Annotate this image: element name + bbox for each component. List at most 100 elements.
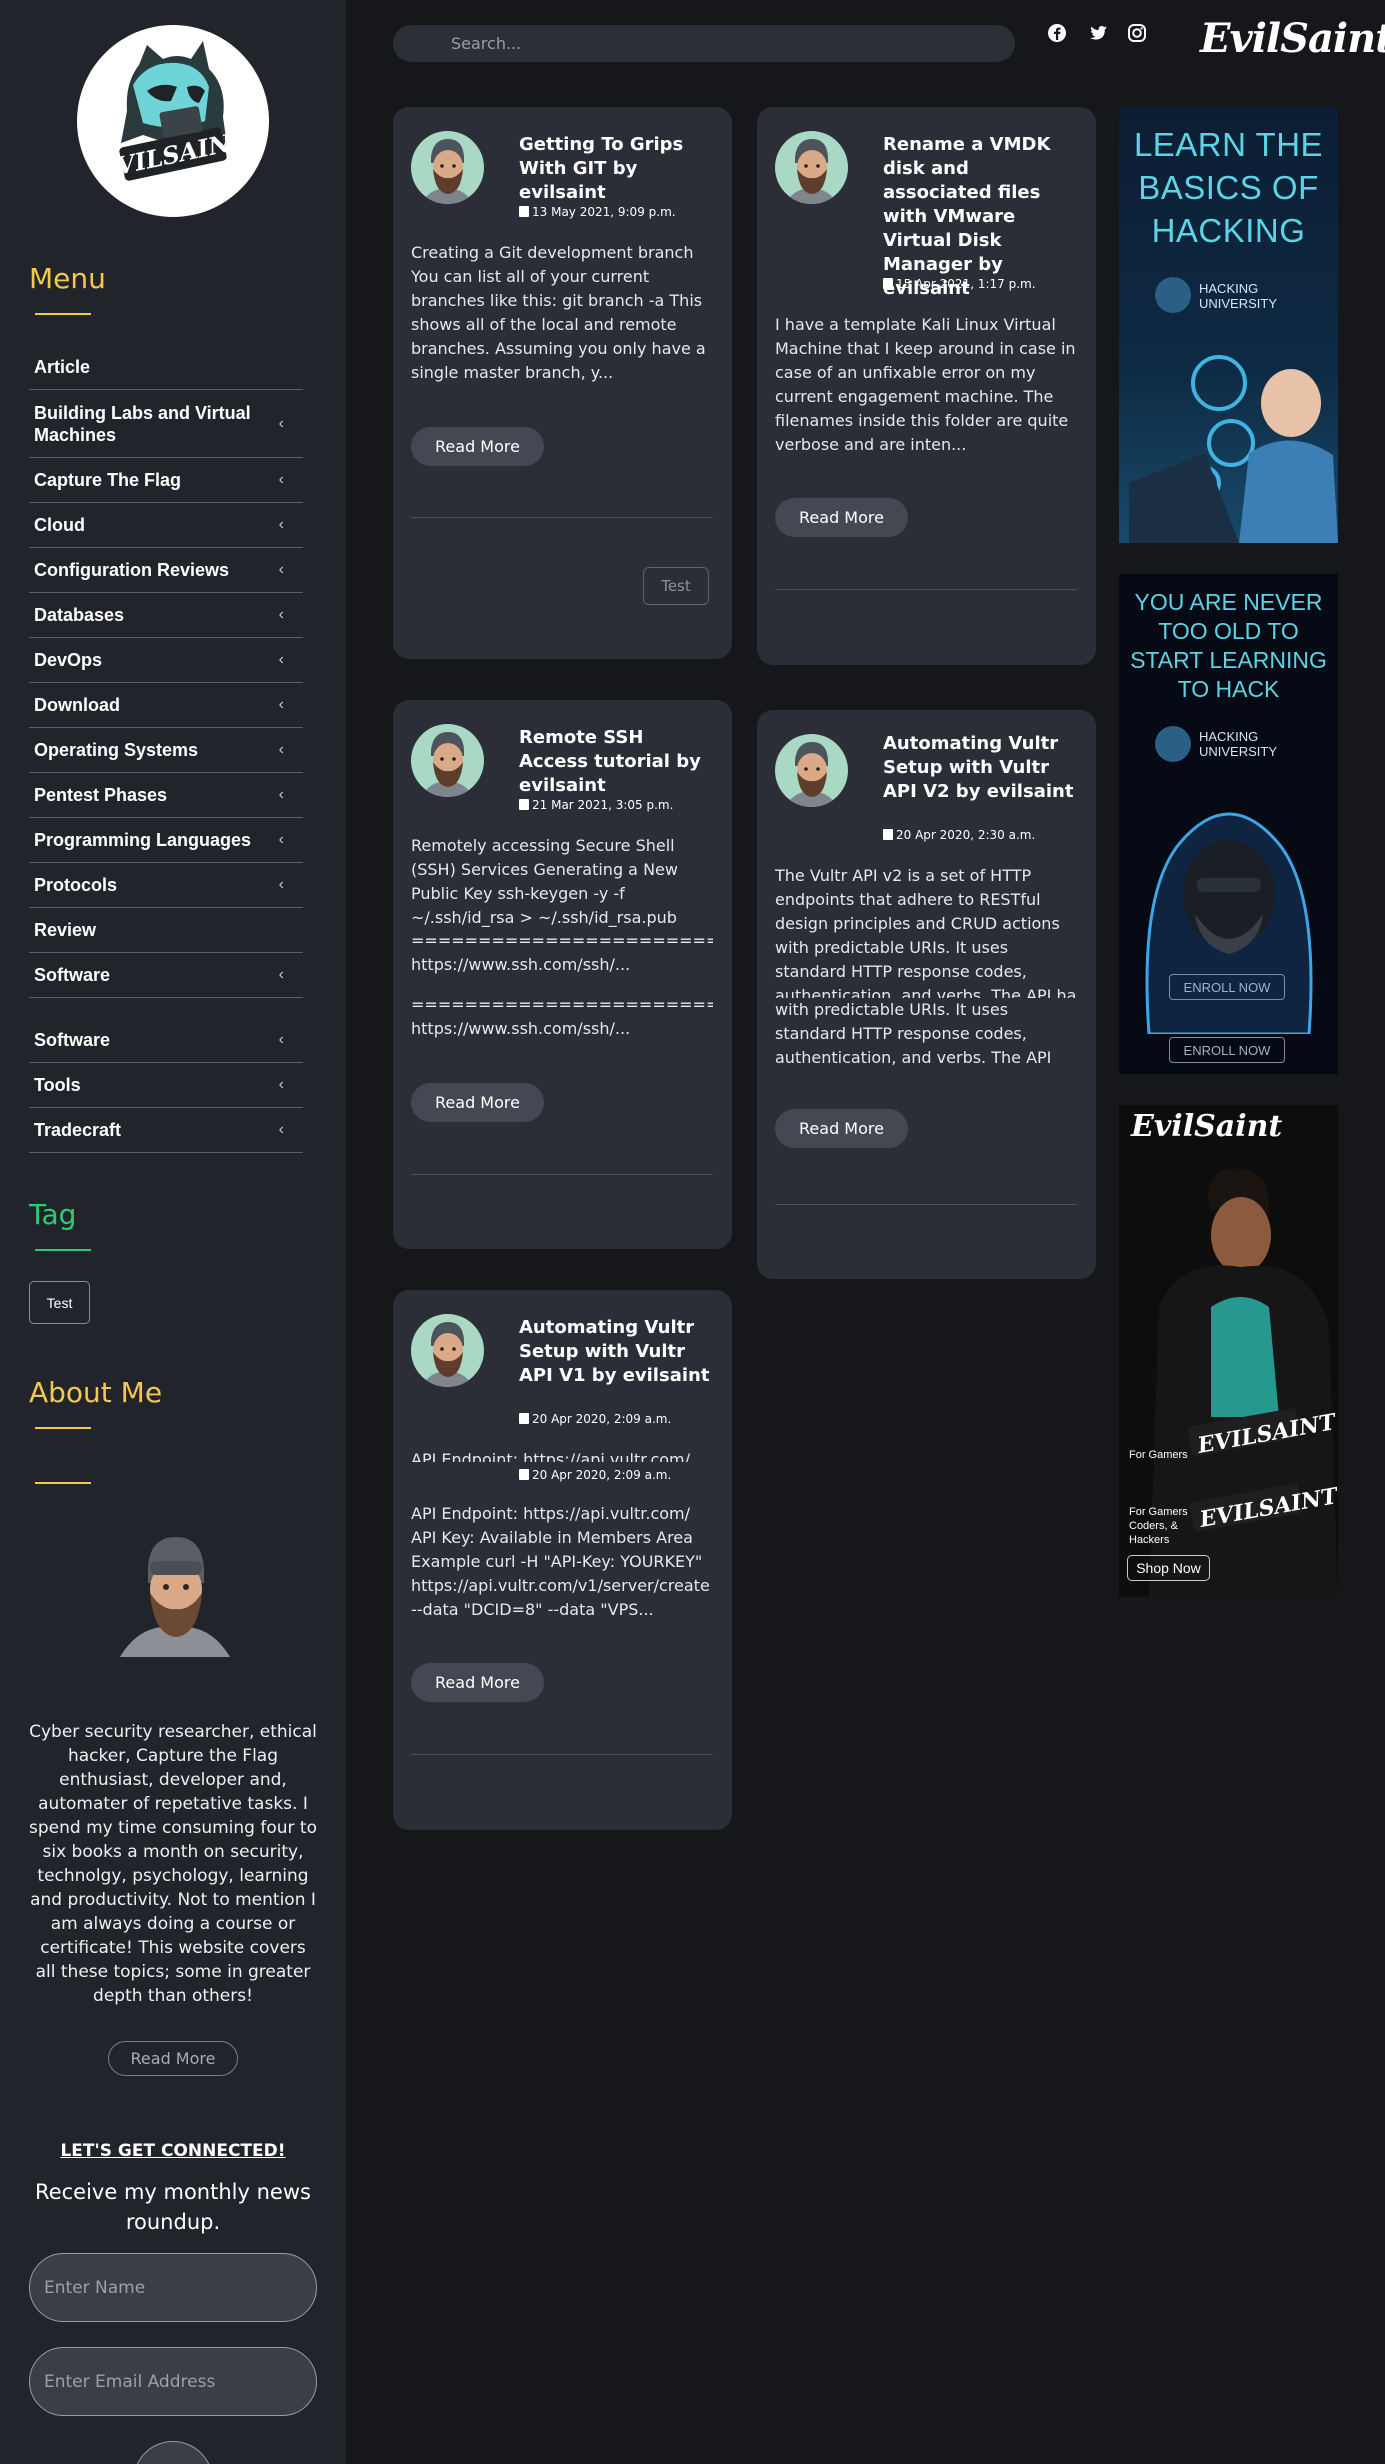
chevron-left-icon[interactable]: ‹	[279, 966, 284, 984]
menu-item-label: Tradecraft	[34, 1120, 122, 1140]
chevron-left-icon[interactable]: ‹	[279, 415, 284, 433]
sidebar: EVILSAINT Menu Article Building Labs and …	[0, 0, 346, 2464]
author-avatar[interactable]	[775, 131, 848, 204]
menu-item[interactable]: Tradecraft ‹	[29, 1108, 303, 1153]
ad-learn-hacking[interactable]: LEARN THE BASICS OF HACKING HACKING UNIV…	[1119, 107, 1338, 543]
site-logo[interactable]: EVILSAINT	[77, 25, 269, 217]
read-more-button[interactable]: Read More	[775, 498, 908, 537]
brand-logo[interactable]: EvilSaint	[1200, 15, 1385, 62]
chevron-left-icon[interactable]: ‹	[279, 1076, 284, 1094]
menu-item[interactable]: Software ‹	[29, 953, 303, 998]
menu-item[interactable]: Programming Languages ‹	[29, 818, 303, 863]
subscribe-button[interactable]	[133, 2441, 213, 2464]
facebook-icon[interactable]	[1046, 22, 1068, 44]
tag-heading: Tag	[29, 1198, 77, 1231]
university-shield-icon	[1155, 277, 1191, 313]
chevron-left-icon[interactable]: ‹	[279, 786, 284, 804]
chevron-left-icon[interactable]: ‹	[279, 831, 284, 849]
ad-brand-logo: EvilSaint	[1131, 1109, 1283, 1144]
card-divider	[775, 589, 1077, 590]
menu-item[interactable]: Review	[29, 908, 303, 953]
author-face-icon	[421, 139, 474, 204]
chevron-left-icon[interactable]: ‹	[279, 561, 284, 579]
about-read-more-button[interactable]: Read More	[108, 2041, 238, 2076]
ad-brand: HACKING UNIVERSITY	[1199, 729, 1278, 759]
tag-chip-test[interactable]: Test	[29, 1281, 90, 1324]
about-divider	[35, 1482, 91, 1484]
author-avatar[interactable]	[411, 131, 484, 204]
ad-tagline: For Gamers	[1129, 1449, 1188, 1461]
ad-headline: LEARN THE BASICS OF HACKING	[1133, 126, 1324, 249]
menu-item-label: Tools	[34, 1075, 81, 1095]
chevron-left-icon[interactable]: ‹	[279, 1031, 284, 1049]
menu-item-label: Building Labs and Virtual Machines	[34, 402, 251, 445]
post-card: Getting To Grips With GIT by evilsaint 1…	[393, 107, 732, 659]
instagram-icon[interactable]	[1126, 22, 1148, 44]
author-face-icon	[785, 139, 838, 204]
author-avatar[interactable]	[775, 734, 848, 807]
ad-never-too-old[interactable]: YOU ARE NEVER TOO OLD TO START LEARNING …	[1119, 574, 1338, 1074]
calendar-icon	[519, 1413, 529, 1424]
read-more-button[interactable]: Read More	[775, 1109, 908, 1148]
shop-now-button[interactable]: Shop Now	[1127, 1555, 1210, 1581]
menu-item[interactable]: Building Labs and Virtual Machines ‹	[29, 390, 303, 458]
post-title[interactable]: Getting To Grips With GIT by evilsaint	[519, 133, 715, 205]
email-input[interactable]: Enter Email Address	[29, 2347, 317, 2416]
post-card: Remote SSH Access tutorial by evilsaint …	[393, 700, 732, 1249]
menu-item[interactable]: Tools ‹	[29, 1063, 303, 1108]
menu-item[interactable]: DevOps ‹	[29, 638, 303, 683]
chevron-left-icon[interactable]: ‹	[279, 741, 284, 759]
author-avatar[interactable]	[411, 1314, 484, 1387]
menu-item-label: Configuration Reviews	[34, 560, 230, 580]
read-more-button[interactable]: Read More	[411, 427, 544, 466]
post-excerpt-clipped: API Endpoint: https://api.vultr.com/ API	[411, 1450, 691, 1462]
post-excerpt: API Endpoint: https://api.vultr.com/ API…	[411, 1504, 710, 1619]
ad-tagline: For Gamers Coders, & Hackers	[1129, 1506, 1188, 1546]
post-title[interactable]: Automating Vultr Setup with Vultr API V2…	[883, 732, 1079, 804]
excerpt-rule-line: =====================================	[411, 931, 713, 950]
chevron-left-icon[interactable]: ‹	[279, 471, 284, 489]
menu-item[interactable]: Operating Systems ‹	[29, 728, 303, 773]
chevron-left-icon[interactable]: ‹	[279, 651, 284, 669]
about-heading: About Me	[29, 1376, 163, 1409]
menu-item[interactable]: Capture The Flag ‹	[29, 458, 303, 503]
chevron-left-icon[interactable]: ‹	[279, 876, 284, 894]
menu-item[interactable]: Databases ‹	[29, 593, 303, 638]
read-more-button[interactable]: Read More	[411, 1663, 544, 1702]
menu-item-label: Article	[34, 357, 91, 377]
post-title[interactable]: Automating Vultr Setup with Vultr API V1…	[519, 1316, 715, 1388]
chevron-left-icon[interactable]: ‹	[279, 606, 284, 624]
chevron-left-icon[interactable]: ‹	[279, 516, 284, 534]
post-excerpt: I have a template Kali Linux Virtual Mac…	[775, 315, 1076, 454]
chevron-left-icon[interactable]: ‹	[279, 1121, 284, 1139]
menu-item-label: Cloud	[34, 515, 85, 535]
enroll-now-button[interactable]: ENROLL NOW	[1169, 1037, 1285, 1063]
menu-item-label: Protocols	[34, 875, 118, 895]
read-more-button[interactable]: Read More	[411, 1083, 544, 1122]
menu-item[interactable]: Protocols ‹	[29, 863, 303, 908]
menu-item[interactable]: Download ‹	[29, 683, 303, 728]
menu-item[interactable]: Cloud ‹	[29, 503, 303, 548]
post-title[interactable]: Remote SSH Access tutorial by evilsaint	[519, 726, 715, 798]
menu-item[interactable]: Article	[29, 345, 303, 390]
calendar-icon	[883, 829, 893, 840]
menu-item[interactable]: Software ‹	[29, 1018, 303, 1063]
menu-item[interactable]: Configuration Reviews ‹	[29, 548, 303, 593]
university-shield-icon	[1155, 726, 1191, 762]
name-input[interactable]: Enter Name	[29, 2253, 317, 2322]
chevron-left-icon[interactable]: ‹	[279, 696, 284, 714]
calendar-icon	[519, 206, 529, 217]
enroll-now-button[interactable]: ENROLL NOW	[1169, 974, 1285, 1000]
author-portrait	[110, 1527, 240, 1662]
search-input[interactable]: Search...	[393, 25, 1015, 62]
post-tag-chip[interactable]: Test	[643, 567, 709, 605]
tag-heading-underline	[35, 1249, 91, 1251]
post-title[interactable]: Rename a VMDK disk and associated files …	[883, 133, 1079, 301]
card-divider	[411, 517, 713, 518]
menu-item-label: Operating Systems	[34, 740, 199, 760]
menu-item-label: Download	[34, 695, 120, 715]
ad-evilsaint-merch[interactable]: EvilSaint EVILSAINT EVILSAINT For Gamers…	[1119, 1105, 1338, 1597]
menu-item[interactable]: Pentest Phases ‹	[29, 773, 303, 818]
twitter-icon[interactable]	[1087, 22, 1109, 44]
author-avatar[interactable]	[411, 724, 484, 797]
